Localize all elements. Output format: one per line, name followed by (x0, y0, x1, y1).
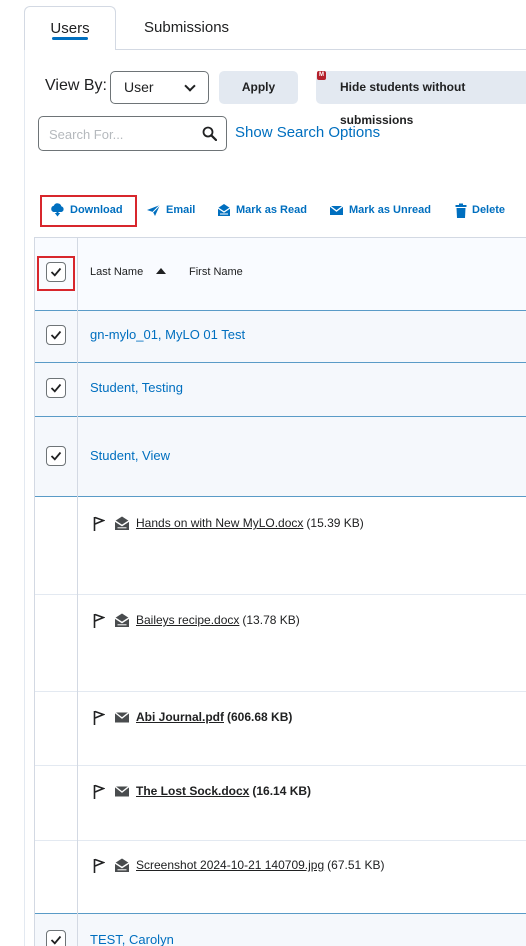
show-search-options-link[interactable]: Show Search Options (235, 124, 380, 141)
submission-file: Screenshot 2024-10-21 140709.jpg (67.51 … (93, 856, 385, 874)
search-box (38, 116, 227, 151)
read-envelope-icon (114, 516, 130, 530)
flag-icon[interactable] (93, 516, 105, 531)
row-checkbox[interactable] (46, 446, 66, 466)
download-highlight-box (40, 195, 137, 227)
row-checkbox[interactable] (46, 325, 66, 345)
sort-ascending-icon[interactable] (156, 268, 166, 274)
mark-as-unread-button[interactable]: Mark as Unread (329, 202, 431, 218)
send-icon (147, 204, 161, 216)
search-input[interactable] (49, 124, 199, 144)
row-checkbox[interactable] (46, 378, 66, 398)
unread-envelope-icon (114, 711, 130, 723)
row-checkbox[interactable] (46, 930, 66, 946)
read-envelope-icon (114, 858, 130, 872)
email-label: Email (166, 204, 196, 216)
file-size: (16.14 KB) (252, 784, 312, 798)
checkmark-icon (50, 330, 62, 340)
mark-as-read-button[interactable]: Mark as Read (217, 202, 307, 218)
submission-file: Baileys recipe.docx (13.78 KB) (93, 611, 300, 629)
file-link[interactable]: Screenshot 2024-10-21 140709.jpg (136, 858, 324, 872)
user-name-link[interactable]: Student, Testing (90, 380, 183, 395)
content-border (24, 50, 25, 946)
apply-button[interactable]: Apply (219, 71, 298, 104)
extension-badge-icon: M (317, 71, 326, 80)
user-name-link[interactable]: Student, View (90, 448, 170, 463)
submission-file: Hands on with New MyLO.docx (15.39 KB) (93, 514, 364, 532)
checkmark-icon (50, 383, 62, 393)
file-size: (15.39 KB) (306, 516, 364, 530)
row-divider (35, 765, 526, 766)
file-size: (13.78 KB) (242, 613, 300, 627)
table-top-border (34, 237, 526, 238)
submission-file: The Lost Sock.docx (16.14 KB) (93, 782, 311, 800)
flag-icon[interactable] (93, 858, 105, 873)
view-by-select[interactable]: User (110, 71, 209, 104)
email-button[interactable]: Email (146, 202, 195, 218)
delete-label: Delete (472, 204, 506, 216)
mark-as-read-label: Mark as Read (236, 204, 307, 216)
active-tab-indicator (52, 37, 88, 40)
user-name-link[interactable]: TEST, Carolyn (90, 932, 174, 946)
mark-as-unread-label: Mark as Unread (349, 204, 431, 216)
file-size: (67.51 KB) (327, 858, 385, 872)
checkmark-icon (50, 451, 62, 461)
file-link[interactable]: Abi Journal.pdf (136, 710, 224, 724)
read-envelope-icon (114, 613, 130, 627)
flag-icon[interactable] (93, 710, 105, 725)
tab-bar: Users Submissions (24, 6, 526, 50)
table-left-border (34, 237, 35, 946)
flag-icon[interactable] (93, 613, 105, 628)
tab-submissions-label: Submissions (144, 19, 230, 36)
checkmark-icon (50, 935, 62, 945)
checkbox-column-border (77, 237, 78, 946)
tab-users[interactable]: Users (24, 6, 116, 50)
select-all-highlight-box (37, 256, 75, 291)
file-link[interactable]: The Lost Sock.docx (136, 784, 249, 798)
envelope-icon (329, 205, 344, 215)
row-divider (35, 691, 526, 692)
file-link[interactable]: Baileys recipe.docx (136, 613, 239, 627)
hide-students-without-submissions-button[interactable]: Hide students without submissions (316, 71, 526, 127)
trash-icon (455, 203, 467, 218)
chevron-down-icon (184, 80, 196, 92)
row-divider (35, 594, 526, 595)
row-divider (34, 496, 526, 497)
flag-icon[interactable] (93, 784, 105, 799)
submission-file: Abi Journal.pdf (606.68 KB) (93, 708, 292, 726)
file-link[interactable]: Hands on with New MyLO.docx (136, 516, 303, 530)
file-size: (606.68 KB) (227, 710, 293, 724)
view-by-selected-value: User (124, 79, 154, 95)
last-name-sort-header[interactable]: Last Name (90, 266, 143, 278)
page: Users Submissions View By: User Apply Hi… (0, 0, 526, 946)
view-by-label: View By: (45, 77, 107, 94)
unread-envelope-icon (114, 785, 130, 797)
tab-users-label: Users (50, 20, 90, 37)
tab-submissions[interactable]: Submissions (144, 6, 229, 50)
search-icon[interactable] (202, 126, 218, 146)
user-name-link[interactable]: gn-mylo_01, MyLO 01 Test (90, 327, 245, 342)
first-name-sort-header[interactable]: First Name (189, 266, 243, 278)
mark-read-envelope-icon (217, 204, 231, 216)
delete-button[interactable]: Delete (455, 202, 505, 218)
row-divider (35, 840, 526, 841)
